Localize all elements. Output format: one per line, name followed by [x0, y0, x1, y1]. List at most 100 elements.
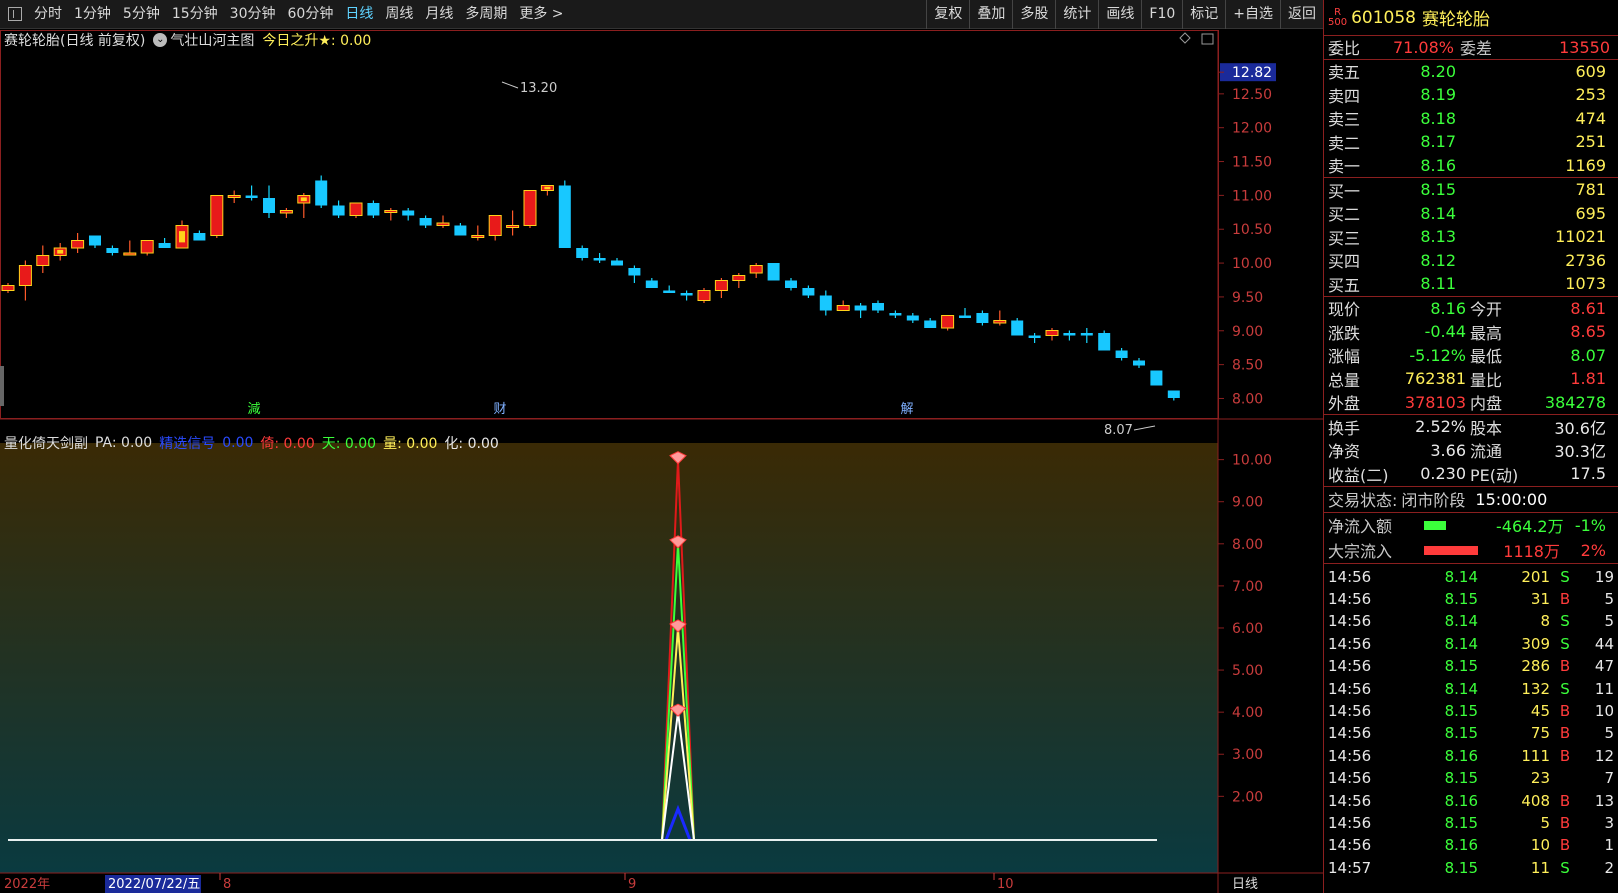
tick-side: S — [1560, 679, 1570, 698]
candle — [663, 285, 676, 293]
stat-label: 涨幅 — [1328, 347, 1361, 367]
bid-level-price: 8.15 — [1420, 180, 1456, 200]
tick-count: 3 — [1604, 813, 1614, 832]
sub-indicator-name[interactable]: 量化倚天剑副 — [4, 433, 88, 453]
tick-volume: 75 — [1530, 724, 1550, 743]
tick-count: 5 — [1604, 590, 1614, 609]
period-tab[interactable]: 分时 — [28, 0, 68, 29]
toolbar-action-button[interactable]: 叠加 — [969, 0, 1012, 29]
pa-value: PA: 0.00 — [95, 435, 153, 451]
stat-label: 内盘 — [1470, 394, 1503, 414]
tick-row[interactable]: 14:56 8.16 408 B 13 — [1324, 789, 1618, 811]
bid-level-label: 买二 — [1328, 205, 1361, 225]
candle — [402, 208, 415, 221]
date-cursor-label: 2022/07/22/五 — [108, 877, 200, 892]
candle — [315, 175, 328, 208]
weicha-value: 13550 — [1559, 37, 1610, 57]
ask-level-price: 8.16 — [1420, 155, 1456, 175]
fundamental-row: 收益(二) 0.230 PE(动) 17.5 — [1324, 462, 1618, 486]
stat-value: 8.65 — [1570, 322, 1606, 342]
period-tab[interactable]: 60分钟 — [282, 0, 340, 29]
candle — [140, 240, 154, 256]
kline-chart[interactable]: 12.82 12.50 12.00 11.50 11.00 10.50 10.00 9.50 9… — [0, 30, 1323, 893]
period-tab[interactable]: 15分钟 — [166, 0, 224, 29]
tick-count: 2 — [1604, 858, 1614, 877]
tick-row[interactable]: 14:56 8.16 111 B 12 — [1324, 745, 1618, 767]
candle — [1133, 358, 1145, 368]
toolbar-action-button[interactable]: 多股 — [1012, 0, 1055, 29]
tick-time: 14:56 — [1328, 791, 1372, 810]
ask-level[interactable]: 卖二 8.17 251 — [1324, 130, 1618, 154]
tick-count: 47 — [1594, 657, 1614, 676]
toolbar-action-button[interactable]: 标记 — [1182, 0, 1225, 29]
stat-value: 8.07 — [1570, 345, 1606, 365]
period-tab[interactable]: 日线 — [339, 0, 379, 29]
toolbar-action-button[interactable]: 统计 — [1055, 0, 1098, 29]
bid-level[interactable]: 买四 8.12 2736 — [1324, 249, 1618, 273]
main-chart-frame — [0, 30, 1219, 419]
bid-level[interactable]: 买三 8.13 11021 — [1324, 225, 1618, 249]
toolbar-action-button[interactable]: 返回 — [1280, 0, 1323, 29]
bid-level[interactable]: 买一 8.15 781 — [1324, 178, 1618, 202]
tick-row[interactable]: 14:56 8.14 132 S 11 — [1324, 677, 1618, 699]
tick-row[interactable]: 14:56 8.15 5 B 3 — [1324, 812, 1618, 834]
indicator-selector[interactable]: ⌄ 气壮山河主图 — [153, 30, 254, 50]
toolbar-action-button[interactable]: +自选 — [1225, 0, 1280, 29]
period-tab[interactable]: 多周期 — [459, 0, 513, 29]
ask-level-volume: 253 — [1575, 85, 1606, 105]
period-tab[interactable]: 30分钟 — [224, 0, 282, 29]
price-axis-label: 8.50 — [1232, 358, 1263, 374]
period-tab[interactable]: 1分钟 — [68, 0, 117, 29]
tick-row[interactable]: 14:56 8.15 23 7 — [1324, 767, 1618, 789]
kline-chart-area[interactable]: 12.82 12.50 12.00 11.50 11.00 10.50 10.00 9.50 9… — [0, 30, 1323, 893]
tick-side: B — [1559, 657, 1571, 676]
tick-row[interactable]: 14:56 8.14 8 S 5 — [1324, 610, 1618, 632]
toolbar-action-button[interactable]: F10 — [1141, 0, 1182, 29]
month-label: 9 — [628, 877, 636, 892]
ask-level-price: 8.19 — [1420, 85, 1456, 105]
toolbar-action-button[interactable]: 画线 — [1098, 0, 1141, 29]
period-tab[interactable]: 更多 > — [513, 0, 569, 29]
high-price-label: 13.20 — [520, 81, 557, 96]
toolbar-action-button[interactable]: 复权 — [926, 0, 969, 29]
ask-level-volume: 609 — [1575, 61, 1606, 81]
stat-row: 涨跌 -0.44 最高 8.65 — [1324, 320, 1618, 344]
price-axis-label: 11.00 — [1232, 188, 1272, 204]
period-tab[interactable]: 5分钟 — [117, 0, 166, 29]
flow-row: 净流入额 -464.2万 -1% — [1324, 513, 1618, 538]
fundamental-row: 净资 3.66 流通 30.3亿 — [1324, 439, 1618, 463]
tick-row[interactable]: 14:56 8.15 45 B 10 — [1324, 700, 1618, 722]
candle — [732, 273, 746, 288]
fundamentals: 换手 2.52% 股本 30.6亿 净资 3.66 流通 30.3亿 收益(二) 0.230 PE(… — [1324, 415, 1618, 487]
bid-level[interactable]: 买二 8.14 695 — [1324, 202, 1618, 226]
ask-level-label: 卖三 — [1328, 110, 1361, 130]
price-axis-label: 9.00 — [1232, 324, 1263, 340]
tick-time: 14:56 — [1328, 836, 1372, 855]
period-tab[interactable]: 月线 — [419, 0, 459, 29]
tick-count: 44 — [1594, 634, 1614, 653]
candle — [785, 278, 797, 291]
menu-icon[interactable] — [8, 7, 22, 21]
tick-row[interactable]: 14:56 8.14 309 S 44 — [1324, 633, 1618, 655]
stat-row: 涨幅 -5.12% 最低 8.07 — [1324, 344, 1618, 368]
period-tab[interactable]: 周线 — [379, 0, 419, 29]
tick-row[interactable]: 14:56 8.14 201 S 19 — [1324, 566, 1618, 588]
candle — [993, 310, 1007, 326]
signal-value: 0.00 — [222, 435, 254, 451]
tick-row[interactable]: 14:56 8.16 10 B 1 — [1324, 834, 1618, 856]
tick-side: B — [1559, 791, 1571, 810]
tick-list[interactable]: 14:56 8.14 201 S 19 14:56 8.15 31 B 5 14:56 8.14 8 S 5… — [1324, 564, 1618, 879]
tick-row[interactable]: 14:56 8.15 286 B 47 — [1324, 655, 1618, 677]
stat-label: 量比 — [1470, 370, 1503, 390]
bid-level[interactable]: 买五 8.11 1073 — [1324, 272, 1618, 296]
tick-row[interactable]: 14:57 8.15 11 S 2 — [1324, 857, 1618, 879]
tian-value: 天: 0.00 — [321, 436, 377, 452]
ask-level[interactable]: 卖三 8.18 474 — [1324, 107, 1618, 131]
ask-level[interactable]: 卖五 8.20 609 — [1324, 60, 1618, 84]
candle — [593, 253, 606, 263]
tick-row[interactable]: 14:56 8.15 31 B 5 — [1324, 588, 1618, 610]
candle — [611, 258, 623, 266]
ask-level[interactable]: 卖一 8.16 1169 — [1324, 154, 1618, 178]
tick-row[interactable]: 14:56 8.15 75 B 5 — [1324, 722, 1618, 744]
ask-level[interactable]: 卖四 8.19 253 — [1324, 83, 1618, 107]
